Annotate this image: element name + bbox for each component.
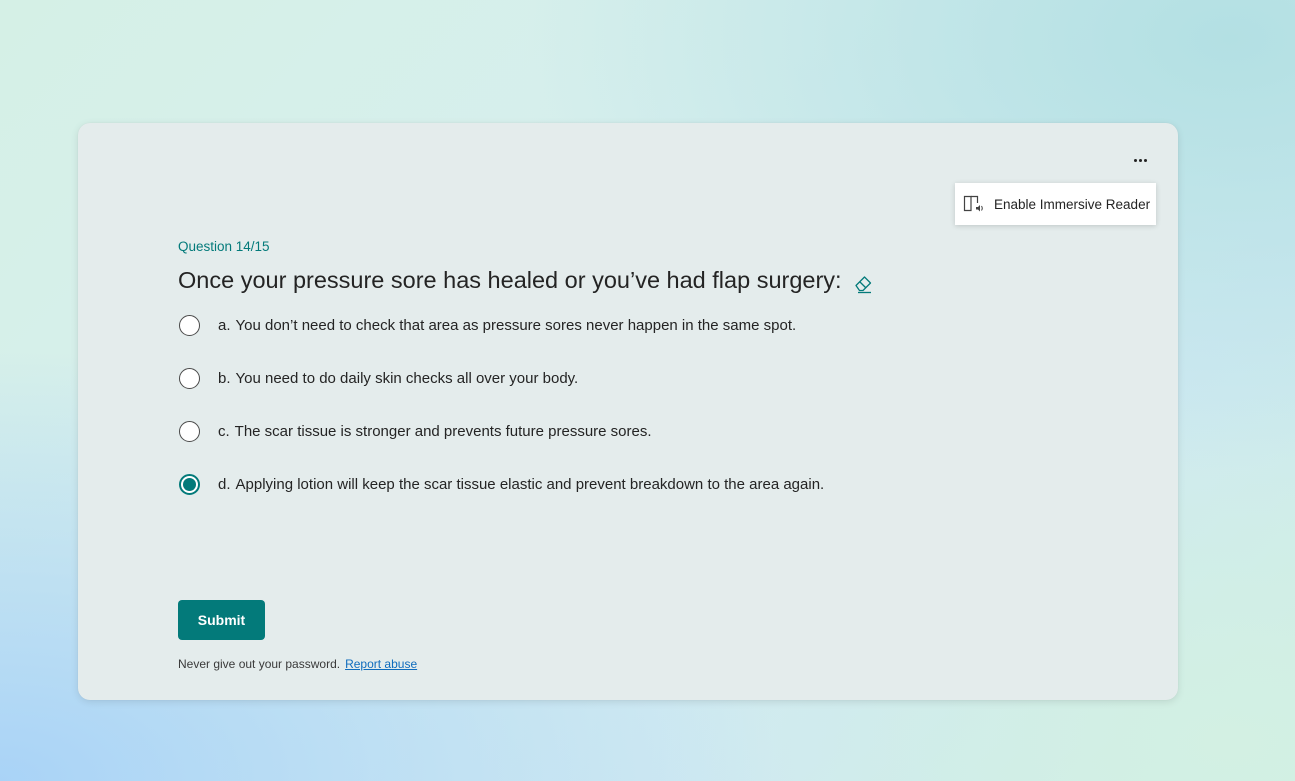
option-d[interactable]: d. Applying lotion will keep the scar tis…: [179, 472, 824, 496]
more-options-button[interactable]: [1128, 150, 1152, 170]
option-label: c. The scar tissue is stronger and preven…: [218, 423, 652, 440]
question-number: Question 14/15: [178, 239, 270, 254]
radio-button[interactable]: [179, 314, 200, 336]
radio-button[interactable]: [179, 420, 200, 442]
option-a[interactable]: a. You don’t need to check that area as p…: [179, 313, 796, 337]
option-text: Applying lotion will keep the scar tissu…: [235, 475, 825, 493]
report-abuse-link[interactable]: Report abuse: [345, 657, 417, 671]
radio-button[interactable]: [179, 367, 200, 389]
footer-text: Never give out your password.: [178, 657, 341, 671]
option-text: You need to do daily skin checks all ove…: [235, 369, 579, 387]
form-card: Enable Immersive Reader Question 14/15 O…: [78, 123, 1178, 700]
eraser-icon[interactable]: [852, 272, 874, 294]
option-text: The scar tissue is stronger and prevents…: [234, 422, 652, 440]
more-dot: [1143, 158, 1147, 162]
immersive-reader-button[interactable]: Enable Immersive Reader: [955, 183, 1156, 225]
more-horizontal-icon: [1133, 158, 1137, 162]
submit-button[interactable]: Submit: [178, 600, 265, 640]
question-title-text: Once your pressure sore has healed or yo…: [178, 266, 842, 293]
radio-button-selected[interactable]: [179, 473, 200, 495]
option-c[interactable]: c. The scar tissue is stronger and preven…: [179, 419, 652, 443]
option-letter: c.: [218, 422, 230, 440]
more-dot: [1138, 158, 1142, 162]
immersive-reader-label: Enable Immersive Reader: [994, 196, 1151, 212]
option-letter: a.: [218, 316, 231, 334]
option-b[interactable]: b. You need to do daily skin checks all o…: [179, 366, 578, 390]
option-letter: d.: [218, 475, 231, 493]
option-label: b. You need to do daily skin checks all o…: [218, 370, 578, 387]
question-title: Once your pressure sore has healed or yo…: [178, 266, 874, 294]
option-text: You don’t need to check that area as pre…: [235, 316, 797, 334]
footer: Never give out your password. Report abus…: [178, 657, 417, 671]
option-letter: b.: [218, 369, 231, 387]
option-label: a. You don’t need to check that area as p…: [218, 317, 796, 334]
immersive-reader-icon: [963, 194, 985, 214]
option-label: d. Applying lotion will keep the scar tis…: [218, 476, 824, 493]
